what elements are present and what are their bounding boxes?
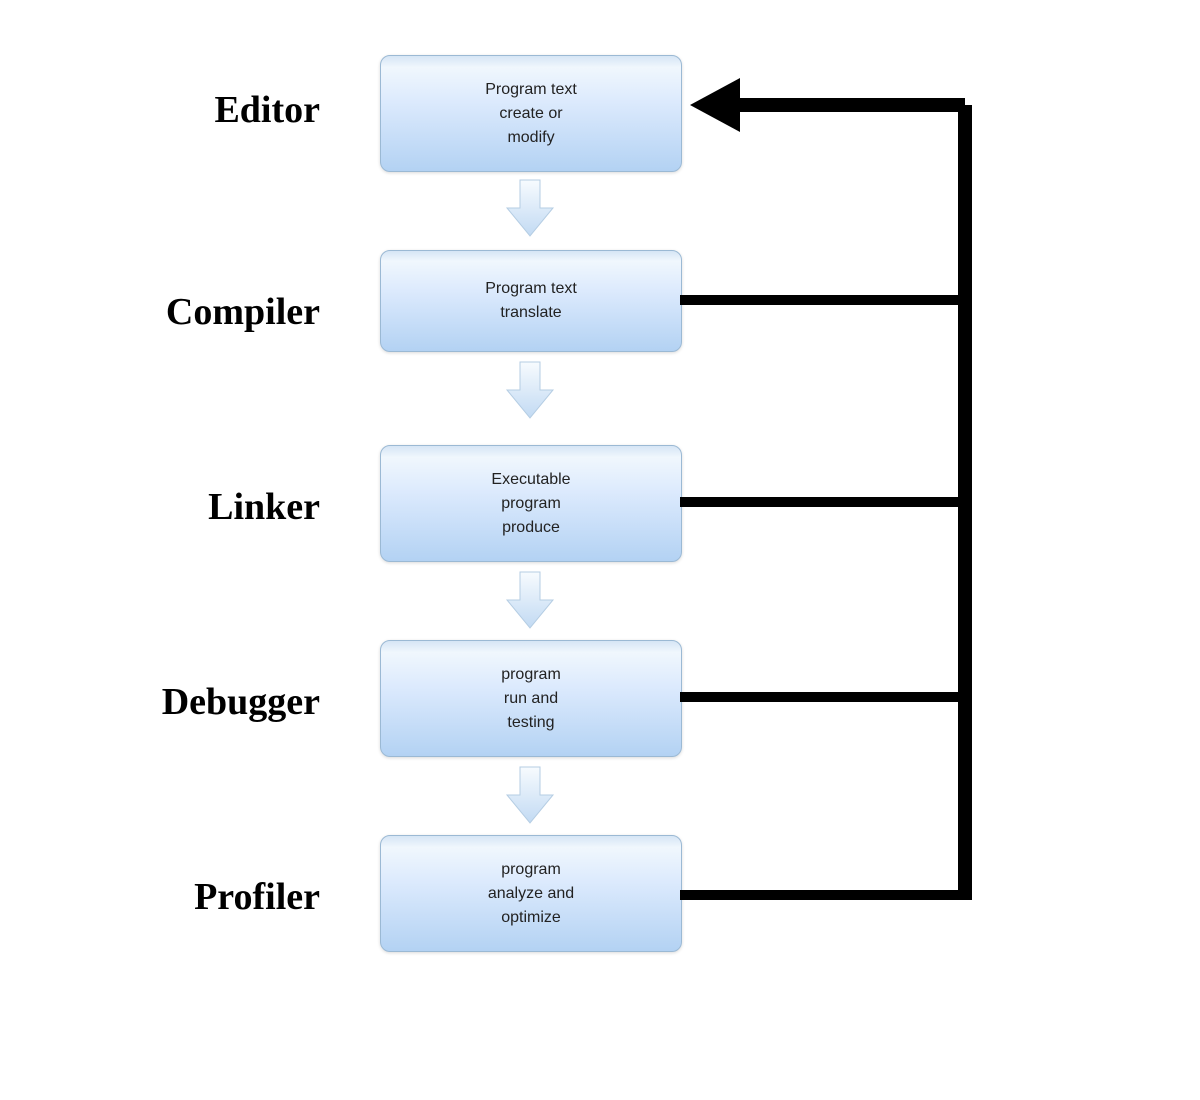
box-debugger: program run and testing [380,640,682,757]
down-arrow-icon [505,178,555,238]
stage-label-editor: Editor [70,88,320,132]
box-line: Program text [485,277,577,301]
stage-label-profiler: Profiler [70,875,320,919]
box-line: translate [500,301,561,325]
box-line: modify [507,126,554,150]
box-line: analyze and [488,882,574,906]
box-linker: Executable program produce [380,445,682,562]
box-line: produce [502,516,560,540]
box-line: optimize [501,906,561,930]
stage-label-debugger: Debugger [70,680,320,724]
box-line: run and [504,687,558,711]
box-line: create or [499,102,562,126]
box-line: Program text [485,78,577,102]
box-line: Executable [491,468,570,492]
box-line: testing [507,711,554,735]
box-profiler: program analyze and optimize [380,835,682,952]
down-arrow-icon [505,570,555,630]
box-line: program [501,663,561,687]
stage-label-linker: Linker [70,485,320,529]
box-line: program [501,858,561,882]
box-line: program [501,492,561,516]
box-editor: Program text create or modify [380,55,682,172]
down-arrow-icon [505,360,555,420]
down-arrow-icon [505,765,555,825]
arrowhead-icon [690,78,740,132]
stage-label-compiler: Compiler [70,290,320,334]
box-compiler: Program text translate [380,250,682,352]
